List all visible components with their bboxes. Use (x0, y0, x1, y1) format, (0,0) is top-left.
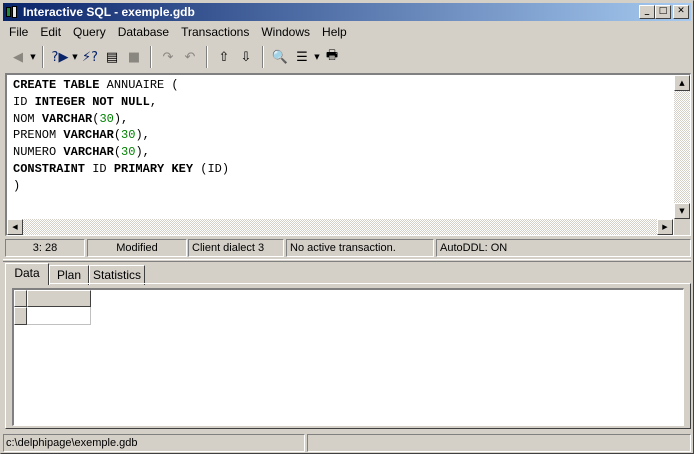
print-icon[interactable]: 🖶 (321, 46, 343, 68)
sql-text: ) (13, 178, 21, 193)
run-query-icon[interactable]: ?▶ (49, 46, 71, 68)
run-dropdown-icon[interactable]: ▼ (71, 53, 79, 61)
sql-text: ID (13, 94, 35, 109)
sql-text: ), (135, 128, 150, 143)
redo-icon[interactable]: ↷ (157, 46, 179, 68)
menu-bar: File Edit Query Database Transactions Wi… (3, 23, 353, 42)
sql-keyword: VARCHAR (63, 128, 114, 143)
tab-data[interactable]: Data (5, 263, 49, 285)
toolbar-separator (206, 46, 208, 68)
scroll-right-button[interactable]: ▶ (657, 219, 673, 235)
menu-windows[interactable]: Windows (255, 23, 316, 42)
toolbar: ◀ ▼ ?▶ ▼ ⚡? ▤ ■ ↷ ↶ ⇧ ⇩ 🔍 ☰ ▼ 🖶 (3, 43, 691, 71)
code-line[interactable]: NUMERO VARCHAR(30), (13, 144, 229, 161)
scroll-down-button[interactable]: ▼ (674, 203, 690, 219)
app-icon[interactable] (5, 5, 19, 19)
file-path-status: c:\delphipage\exemple.gdb (3, 434, 305, 452)
pane-splitter[interactable] (3, 259, 691, 262)
sql-text: ), (135, 145, 150, 160)
code-line[interactable]: ID INTEGER NOT NULL, (13, 94, 229, 111)
menu-query[interactable]: Query (67, 23, 112, 42)
sql-text: NOM (13, 111, 42, 126)
main-window: Interactive SQL - exemple.gdb _ □ ✕ File… (0, 0, 694, 454)
secondary-status (307, 434, 691, 452)
dialect-status: Client dialect 3 (188, 239, 284, 257)
sql-keyword: PRIMARY KEY (113, 161, 194, 176)
horizontal-scrollbar[interactable]: ◀ ▶ (7, 219, 673, 235)
code-line[interactable]: ) (13, 178, 229, 195)
transaction-status: No active transaction. (286, 239, 434, 257)
sql-keyword: CREATE TABLE (13, 78, 100, 92)
sql-text: ( (113, 145, 122, 160)
code-line[interactable]: NOM VARCHAR(30), (13, 111, 229, 128)
menu-help[interactable]: Help (316, 23, 353, 42)
menu-transactions[interactable]: Transactions (175, 23, 255, 42)
sql-code[interactable]: CREATE TABLE ANNUAIRE (ID INTEGER NOT NU… (13, 77, 229, 195)
grid-row-indicator[interactable] (14, 307, 27, 325)
menu-file[interactable]: File (3, 23, 34, 42)
data-grid[interactable] (12, 288, 684, 426)
sql-text: ID (85, 161, 114, 176)
code-line[interactable]: CREATE TABLE ANNUAIRE ( (13, 77, 229, 94)
sql-keyword: VARCHAR (41, 111, 93, 126)
sql-keyword: INTEGER NOT NULL (34, 94, 150, 109)
cursor-position: 3: 28 (5, 239, 85, 257)
find-icon[interactable]: 🔍 (269, 46, 291, 68)
undo-icon[interactable]: ↶ (179, 46, 201, 68)
query-help-icon[interactable]: ⚡? (79, 46, 101, 68)
sql-text: (ID) (193, 161, 230, 176)
grid-corner-cell[interactable] (14, 290, 27, 307)
sql-editor[interactable]: CREATE TABLE ANNUAIRE (ID INTEGER NOT NU… (5, 73, 691, 236)
title-bar[interactable]: Interactive SQL - exemple.gdb _ □ ✕ (3, 3, 691, 21)
export-icon[interactable]: ⇧ (213, 46, 235, 68)
sql-text: ), (113, 111, 129, 126)
sql-text: , (149, 94, 158, 109)
sql-number: 30 (121, 145, 136, 160)
results-pane (5, 283, 691, 429)
sql-keyword: CONSTRAINT (13, 161, 86, 176)
menu-edit[interactable]: Edit (34, 23, 67, 42)
autoddl-status: AutoDDL: ON (436, 239, 691, 257)
grid-cell[interactable] (27, 307, 91, 325)
import-icon[interactable]: ⇩ (235, 46, 257, 68)
sql-text: PRENOM (13, 128, 64, 143)
back-arrow-icon[interactable]: ◀ (7, 46, 29, 68)
sql-text: ( (113, 128, 122, 143)
toolbar-separator (42, 46, 44, 68)
code-line[interactable]: PRENOM VARCHAR(30), (13, 127, 229, 144)
scroll-up-button[interactable]: ▲ (674, 75, 690, 91)
sql-number: 30 (121, 128, 136, 143)
tab-statistics[interactable]: Statistics (89, 265, 145, 285)
toolbar-separator (262, 46, 264, 68)
close-button[interactable]: ✕ (673, 5, 689, 19)
back-dropdown-icon[interactable]: ▼ (29, 53, 37, 61)
sql-text: NUMERO (13, 145, 64, 160)
stop-icon[interactable]: ■ (123, 46, 145, 68)
menu-database[interactable]: Database (112, 23, 175, 42)
sql-number: 30 (99, 111, 114, 126)
tree-dropdown-icon[interactable]: ▼ (313, 53, 321, 61)
tab-plan[interactable]: Plan (49, 265, 89, 285)
code-line[interactable]: CONSTRAINT ID PRIMARY KEY (ID) (13, 161, 229, 178)
vertical-scrollbar[interactable]: ▲ ▼ (674, 75, 690, 219)
minimize-button[interactable]: _ (639, 5, 655, 19)
grid-column-header[interactable] (27, 290, 91, 307)
sql-keyword: VARCHAR (63, 145, 114, 160)
maximize-button[interactable]: □ (655, 5, 671, 19)
modified-status: Modified (87, 239, 187, 257)
scroll-left-button[interactable]: ◀ (7, 219, 23, 235)
sql-text: ANNUAIRE ( (99, 78, 179, 92)
scroll-corner (674, 219, 690, 235)
window-title: Interactive SQL - exemple.gdb (23, 5, 195, 19)
toolbar-separator (150, 46, 152, 68)
tree-view-icon[interactable]: ☰ (291, 46, 313, 68)
query-doc-icon[interactable]: ▤ (101, 46, 123, 68)
